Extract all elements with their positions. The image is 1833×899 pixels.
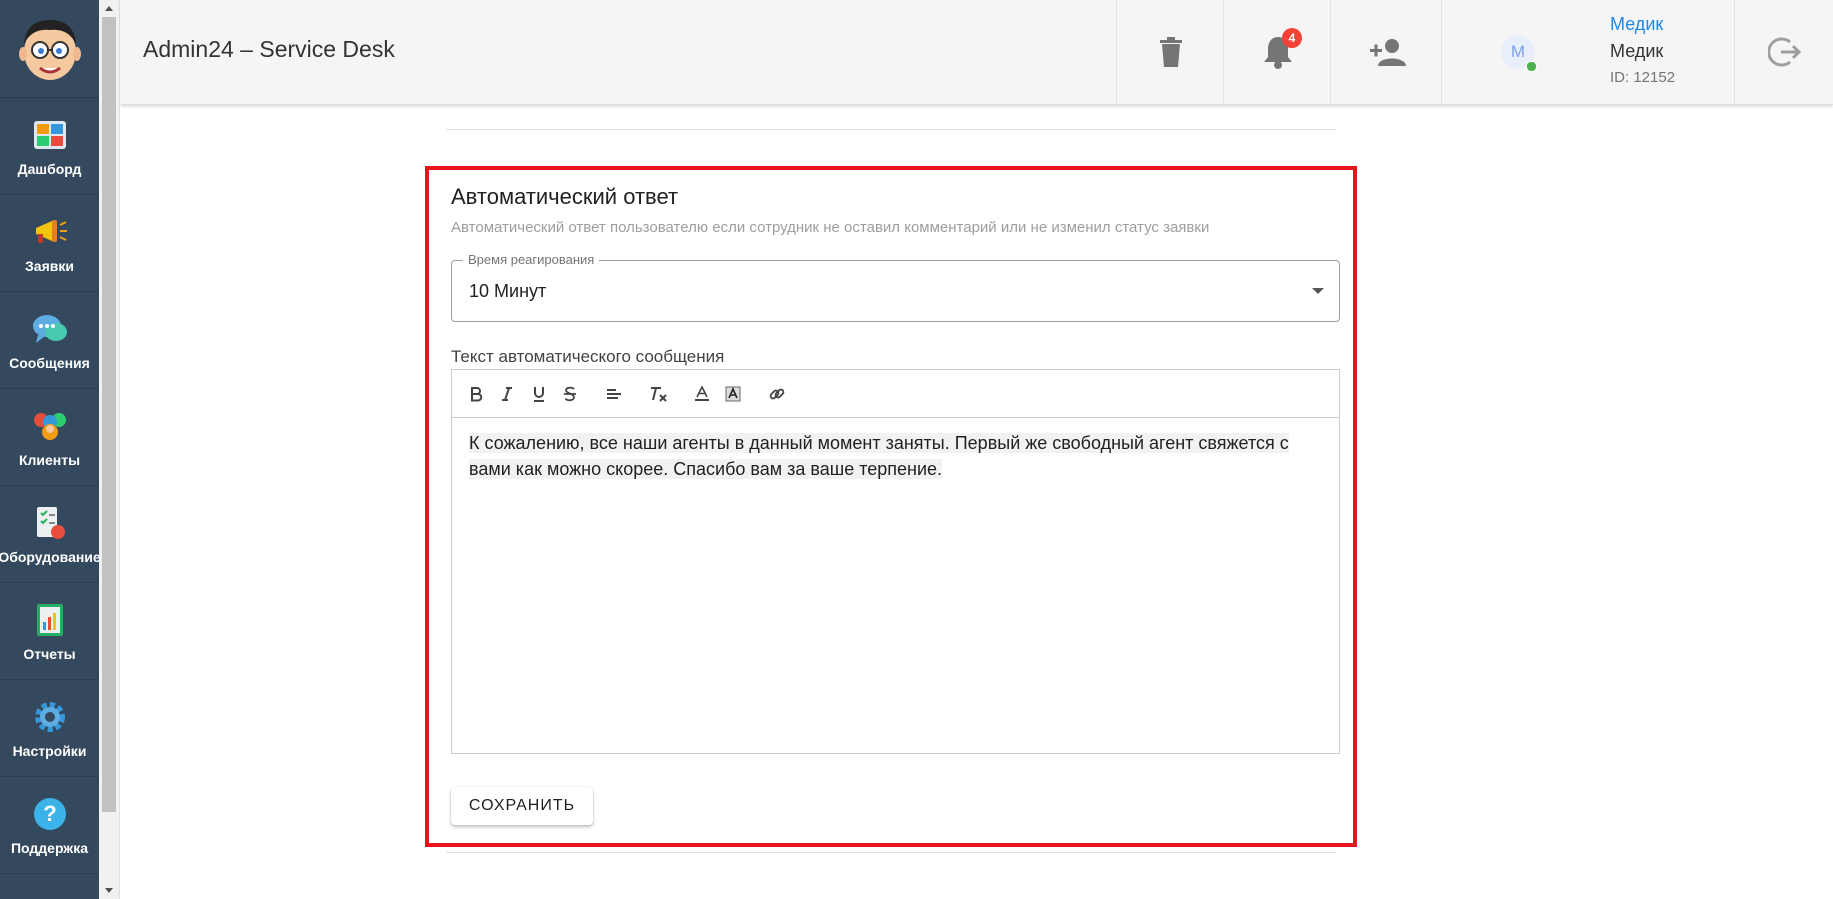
dashboard-icon bbox=[30, 115, 70, 155]
sidebar-item-dashboard[interactable]: Дашборд bbox=[0, 98, 99, 195]
sidebar-item-label: Клиенты bbox=[18, 452, 81, 468]
sidebar-item-reports[interactable]: Отчеты bbox=[0, 583, 99, 680]
clients-icon bbox=[30, 406, 70, 446]
background-color-icon[interactable] bbox=[721, 382, 745, 406]
top-header: Admin24 – Service Desk 4 M Медик Медик I… bbox=[121, 0, 1833, 105]
help-icon: ? bbox=[30, 794, 70, 834]
message-text: К сожалению, все наши агенты в данный мо… bbox=[469, 433, 1289, 479]
editor-content[interactable]: К сожалению, все наши агенты в данный мо… bbox=[469, 430, 1329, 482]
sidebar-item-settings[interactable]: Настройки bbox=[0, 680, 99, 777]
response-time-select[interactable]: Время реагирования 10 Минут bbox=[451, 252, 1340, 322]
sidebar-item-label: Заявки bbox=[25, 258, 74, 274]
sidebar-item-messages[interactable]: Сообщения bbox=[0, 292, 99, 389]
sidebar-item-label: Поддержка bbox=[10, 840, 89, 856]
scrollbar-thumb[interactable] bbox=[102, 17, 116, 812]
user-name-link[interactable]: Медик bbox=[1610, 14, 1663, 35]
message-editor: К сожалению, все наши агенты в данный мо… bbox=[451, 369, 1340, 754]
sidebar-item-label: Настройки bbox=[12, 743, 87, 759]
section-divider bbox=[446, 852, 1336, 853]
response-time-value: 10 Минут bbox=[469, 281, 547, 301]
italic-icon[interactable] bbox=[495, 382, 519, 406]
avatar-face-icon bbox=[18, 19, 81, 80]
reports-icon bbox=[30, 600, 70, 640]
user-id: ID: 12152 bbox=[1610, 69, 1676, 86]
gear-icon bbox=[30, 697, 70, 737]
underline-icon[interactable] bbox=[527, 382, 551, 406]
card-title: Автоматический ответ bbox=[451, 184, 679, 209]
bold-icon[interactable] bbox=[464, 382, 488, 406]
align-left-icon[interactable] bbox=[602, 382, 626, 406]
app-title: Admin24 – Service Desk bbox=[143, 36, 395, 62]
user-name: Медик bbox=[1610, 41, 1664, 61]
sidebar-item-equipment[interactable]: Оборудование bbox=[0, 486, 101, 583]
add-user-button[interactable] bbox=[1330, 0, 1442, 104]
chat-icon bbox=[30, 309, 70, 349]
dropdown-arrow-icon bbox=[1312, 288, 1324, 294]
response-time-label: Время реагирования bbox=[463, 252, 600, 267]
equipment-icon bbox=[30, 503, 70, 543]
editor-toolbar bbox=[452, 370, 1339, 418]
sidebar-item-label: Отчеты bbox=[23, 646, 76, 662]
scroll-down-arrow-icon[interactable] bbox=[99, 882, 119, 899]
save-button[interactable]: СОХРАНИТЬ bbox=[451, 787, 593, 825]
notification-count-badge: 4 bbox=[1282, 28, 1302, 48]
strikethrough-icon[interactable] bbox=[558, 382, 582, 406]
app-logo[interactable] bbox=[0, 0, 99, 98]
logout-icon bbox=[1767, 37, 1801, 67]
link-icon[interactable] bbox=[765, 382, 789, 406]
megaphone-icon bbox=[30, 212, 70, 252]
text-color-icon[interactable] bbox=[690, 382, 714, 406]
editor-label: Текст автоматического сообщения bbox=[451, 347, 725, 366]
sidebar-item-label: Оборудование bbox=[0, 549, 101, 565]
section-divider bbox=[446, 129, 1336, 130]
logout-button[interactable] bbox=[1734, 0, 1833, 104]
online-status-dot bbox=[1526, 61, 1537, 72]
notifications-button[interactable]: 4 bbox=[1223, 0, 1331, 104]
card-subtitle: Автоматический ответ пользователю если с… bbox=[451, 219, 1210, 236]
sidebar-item-clients[interactable]: Клиенты bbox=[0, 389, 99, 486]
clear-format-icon[interactable] bbox=[646, 382, 670, 406]
sidebar-item-label: Сообщения bbox=[9, 355, 90, 371]
svg-text:?: ? bbox=[43, 801, 56, 826]
scroll-up-arrow-icon[interactable] bbox=[99, 0, 119, 17]
sidebar-item-label: Дашборд bbox=[17, 161, 82, 177]
user-profile[interactable]: M Медик Медик ID: 12152 bbox=[1441, 0, 1735, 104]
trash-button[interactable] bbox=[1116, 0, 1224, 104]
sidebar: Дашборд Заявки Сообщения Клиенты Оборудо… bbox=[0, 0, 101, 899]
auto-reply-card: Автоматический ответ Автоматический отве… bbox=[425, 166, 1357, 847]
sidebar-item-tickets[interactable]: Заявки bbox=[0, 195, 99, 292]
add-user-icon bbox=[1369, 39, 1406, 66]
sidebar-scrollbar[interactable] bbox=[99, 0, 120, 899]
trash-icon bbox=[1159, 37, 1182, 67]
sidebar-item-support[interactable]: ? Поддержка bbox=[0, 777, 99, 874]
